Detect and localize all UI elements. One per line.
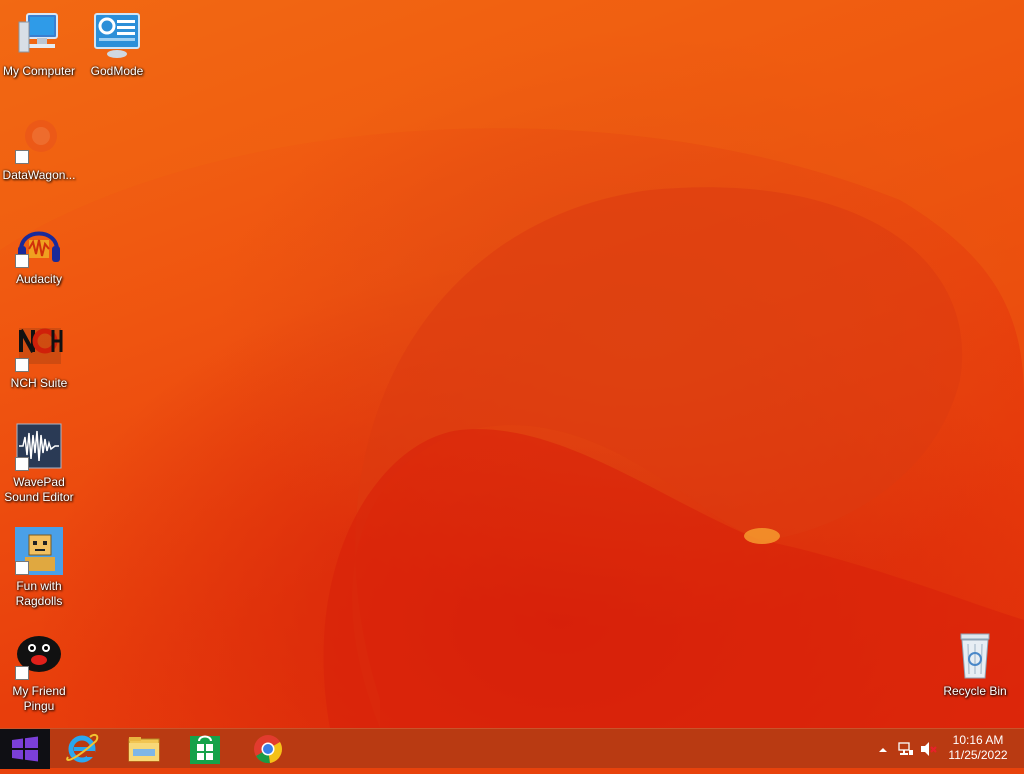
- store-icon: [190, 735, 220, 764]
- clock-date: 11/25/2022: [948, 748, 1008, 762]
- desktop-icon-fun-with-ragdolls[interactable]: Fun with Ragdolls: [0, 527, 78, 609]
- datawagon-icon: [15, 116, 63, 164]
- taskbar-clock[interactable]: 10:16 AM 11/25/2022: [940, 733, 1016, 763]
- shortcut-arrow-icon: [15, 150, 29, 164]
- wavepad-icon: [15, 423, 63, 471]
- shortcut-arrow-icon: [15, 457, 29, 471]
- desktop-icon-label: My Friend Pingu: [12, 684, 66, 713]
- desktop-icon-recycle-bin[interactable]: Recycle Bin: [936, 632, 1014, 699]
- desktop-icon-label: WavePad Sound Editor: [4, 475, 74, 504]
- desktop-icon-wavepad[interactable]: WavePad Sound Editor: [0, 423, 78, 505]
- taskbar: 10:16 AM 11/25/2022: [0, 728, 1024, 769]
- audacity-icon: [15, 220, 63, 268]
- taskbar-internet-explorer[interactable]: [54, 729, 110, 769]
- volume-muted-icon[interactable]: [920, 741, 938, 762]
- taskbar-chrome[interactable]: [240, 729, 296, 769]
- desktop-icon-my-computer[interactable]: My Computer: [0, 12, 78, 79]
- shortcut-arrow-icon: [15, 561, 29, 575]
- desktop-icon-label: Fun with Ragdolls: [15, 579, 63, 608]
- desktop-icon-label: My Computer: [2, 64, 76, 78]
- file-explorer-icon: [128, 737, 160, 762]
- shortcut-arrow-icon: [15, 254, 29, 268]
- taskbar-file-explorer[interactable]: [116, 729, 172, 769]
- desktop-icon-label: DataWagon...: [2, 168, 76, 182]
- recycle-bin-icon: [951, 632, 999, 680]
- windows-logo-icon: [12, 736, 38, 762]
- control-panel-icon: [93, 12, 141, 60]
- nch-icon: [15, 324, 63, 372]
- internet-explorer-icon: [66, 733, 99, 763]
- desktop-icon-nch-suite[interactable]: NCH Suite: [0, 324, 78, 391]
- ragdoll-icon: [15, 527, 63, 575]
- shortcut-arrow-icon: [15, 358, 29, 372]
- desktop-icon-label: Audacity: [15, 272, 63, 286]
- desktop-icon-datawagon[interactable]: DataWagon...: [0, 116, 78, 183]
- computer-icon: [15, 12, 63, 60]
- desktop-icon-audacity[interactable]: Audacity: [0, 220, 78, 287]
- desktop-icon-label: Recycle Bin: [943, 684, 1007, 698]
- show-hidden-icons-icon[interactable]: [878, 742, 888, 760]
- start-button[interactable]: [0, 729, 50, 769]
- desktop-icon-label: NCH Suite: [10, 376, 68, 390]
- desktop-wallpaper: [0, 0, 1024, 728]
- clock-time: 10:16 AM: [952, 733, 1004, 747]
- network-icon[interactable]: [898, 741, 914, 762]
- desktop-icon-godmode[interactable]: GodMode: [78, 12, 156, 79]
- desktop-icon-my-friend-pingu[interactable]: My Friend Pingu: [0, 632, 78, 714]
- wallpaper-swirl: [0, 0, 1024, 728]
- shortcut-arrow-icon: [15, 666, 29, 680]
- taskbar-store[interactable]: [178, 729, 234, 769]
- pingu-icon: [15, 632, 63, 680]
- system-tray: 10:16 AM 11/25/2022: [864, 729, 1024, 769]
- chrome-icon: [254, 735, 283, 764]
- desktop-icon-label: GodMode: [90, 64, 144, 78]
